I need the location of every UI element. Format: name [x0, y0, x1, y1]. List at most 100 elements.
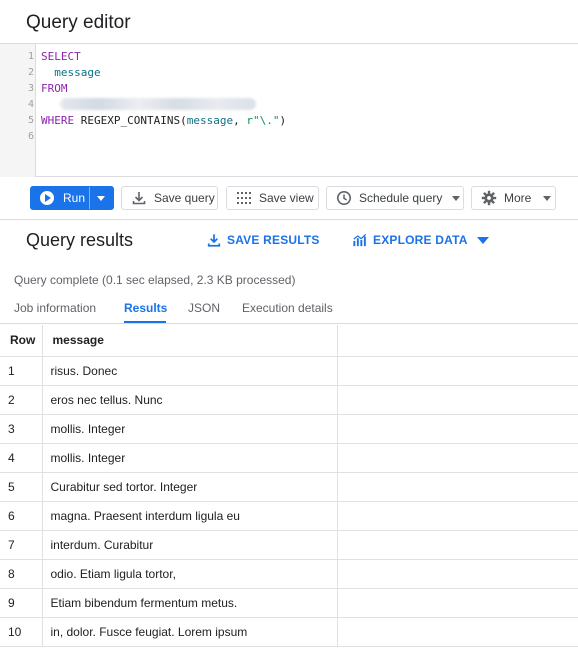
table-row: 8 odio. Etiam ligula tortor, — [0, 559, 578, 589]
message-cell: odio. Etiam ligula tortor, — [42, 559, 338, 589]
table-row: 10 in, dolor. Fusce feugiat. Lorem ipsum — [0, 617, 578, 647]
row-number: 3 — [0, 414, 43, 444]
query-status: Query complete (0.1 sec elapsed, 2.3 KB … — [14, 273, 296, 287]
message-cell: risus. Donec — [42, 356, 338, 386]
line-number: 2 — [27, 67, 34, 78]
empty-cell — [337, 617, 578, 647]
explore-data-button[interactable]: EXPLORE DATA — [352, 233, 489, 247]
empty-cell — [337, 356, 578, 386]
code-line-1: SELECT — [41, 50, 81, 63]
table-row: 2 eros nec tellus. Nunc — [0, 385, 578, 415]
empty-cell — [337, 501, 578, 531]
message-cell: Etiam bibendum fermentum metus. — [42, 588, 338, 618]
empty-cell — [337, 559, 578, 589]
row-number: 6 — [0, 501, 43, 531]
results-title: Query results — [26, 230, 134, 250]
code-line-2: message — [41, 66, 100, 79]
empty-cell — [337, 443, 578, 473]
message-cell: eros nec tellus. Nunc — [42, 385, 338, 415]
code-line-3: FROM — [41, 82, 68, 95]
play-icon — [40, 191, 54, 205]
explore-data-label: EXPLORE DATA — [373, 233, 468, 247]
active-tab-indicator — [124, 321, 166, 323]
message-cell: Curabitur sed tortor. Integer — [42, 472, 338, 502]
line-number: 1 — [27, 51, 34, 62]
chevron-down-icon — [452, 195, 461, 201]
run-button[interactable]: Run — [30, 186, 114, 210]
results-table: Row message 1 risus. Donec 2 eros nec te… — [0, 325, 578, 647]
tab-results[interactable]: Results — [124, 301, 167, 315]
code-line-5: WHERE REGEXP_CONTAINS(message, r"\.") — [41, 114, 286, 127]
more-label: More — [504, 191, 532, 205]
tab-json[interactable]: JSON — [188, 301, 220, 315]
view-grid-icon — [237, 192, 251, 204]
table-row: 3 mollis. Integer — [0, 414, 578, 444]
schedule-query-button[interactable]: Schedule query — [326, 186, 464, 210]
line-number-gutter: 1 2 3 4 5 6 — [0, 44, 36, 177]
message-cell: interdum. Curabitur — [42, 530, 338, 560]
sql-keyword: SELECT — [41, 50, 81, 63]
table-row: 7 interdum. Curabitur — [0, 530, 578, 560]
row-number: 4 — [0, 443, 43, 473]
table-row: 6 magna. Praesent interdum ligula eu — [0, 501, 578, 531]
save-query-label: Save query — [154, 191, 215, 205]
sql-keyword: WHERE — [41, 114, 75, 127]
column-header-message: message — [42, 325, 338, 357]
empty-cell — [337, 588, 578, 618]
redacted-table-name — [60, 98, 256, 110]
chevron-down-icon — [543, 195, 552, 201]
row-number: 8 — [0, 559, 43, 589]
run-label: Run — [63, 191, 86, 205]
message-cell: magna. Praesent interdum ligula eu — [42, 501, 338, 531]
table-row: 5 Curabitur sed tortor. Integer — [0, 472, 578, 502]
column-header-row: Row — [0, 325, 43, 357]
query-editor-header: Query editor — [0, 0, 578, 44]
empty-cell — [337, 414, 578, 444]
message-cell: mollis. Integer — [42, 414, 338, 444]
schedule-query-label: Schedule query — [359, 191, 443, 205]
line-number: 4 — [27, 99, 34, 110]
row-number: 10 — [0, 617, 43, 647]
clock-icon — [337, 191, 351, 205]
table-header-row: Row message — [0, 325, 578, 357]
more-button[interactable]: More — [471, 186, 556, 210]
row-number: 1 — [0, 356, 43, 386]
save-view-button[interactable]: Save view — [226, 186, 319, 210]
save-results-button[interactable]: SAVE RESULTS — [207, 233, 320, 247]
page-title: Query editor — [26, 12, 131, 33]
row-number: 2 — [0, 385, 43, 415]
split-divider — [89, 187, 90, 209]
table-row: 4 mollis. Integer — [0, 443, 578, 473]
download-icon — [132, 192, 146, 205]
row-number: 7 — [0, 530, 43, 560]
table-row: 9 Etiam bibendum fermentum metus. — [0, 588, 578, 618]
tab-job-information[interactable]: Job information — [14, 301, 96, 315]
gear-icon — [481, 190, 497, 206]
sql-identifier: message — [186, 114, 234, 127]
message-cell: mollis. Integer — [42, 443, 338, 473]
line-number: 6 — [27, 131, 34, 142]
empty-cell — [337, 472, 578, 502]
editor-toolbar: Run Save query Save view Schedule query — [0, 178, 578, 220]
sql-separator: , — [233, 114, 247, 127]
results-header: Query results SAVE RESULTS EXPLORE DATA — [0, 221, 578, 261]
line-number: 5 — [27, 115, 34, 126]
sql-close-paren: ) — [279, 114, 287, 127]
empty-cell — [337, 385, 578, 415]
line-number: 3 — [27, 83, 34, 94]
sql-editor[interactable]: 1 2 3 4 5 6 SELECT message FROM WHERE RE… — [0, 44, 578, 177]
sql-string: r"\." — [246, 114, 280, 127]
table-row: 1 risus. Donec — [0, 356, 578, 386]
row-number: 5 — [0, 472, 43, 502]
save-query-button[interactable]: Save query — [121, 186, 218, 210]
chevron-down-icon[interactable] — [97, 196, 105, 201]
tab-execution-details[interactable]: Execution details — [242, 301, 333, 315]
sql-keyword: FROM — [41, 82, 68, 95]
download-icon — [207, 234, 221, 247]
chart-icon — [353, 233, 367, 247]
results-tabs: Job information Results JSON Execution d… — [0, 292, 578, 324]
chevron-down-icon — [476, 236, 489, 244]
save-results-label: SAVE RESULTS — [227, 233, 320, 247]
sql-function: REGEXP_CONTAINS( — [80, 114, 187, 127]
message-cell: in, dolor. Fusce feugiat. Lorem ipsum — [42, 617, 338, 647]
